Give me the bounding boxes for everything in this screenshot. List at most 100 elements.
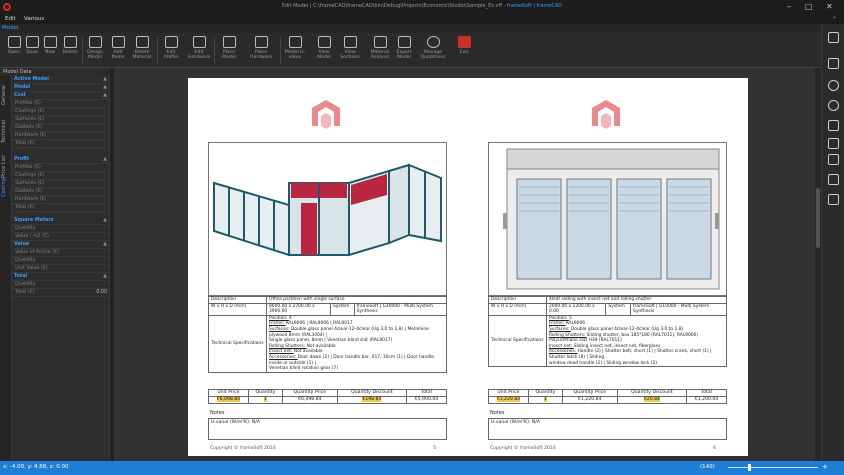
dimensions-label: W x H x D (mm) (208, 302, 267, 316)
menu-bar: Edit Various ⌃ (0, 14, 844, 24)
collapse-icon[interactable]: ▲ (103, 84, 107, 90)
property-row[interactable]: Quantity (12, 281, 110, 289)
price-header: Quantity (247, 389, 283, 397)
property-row[interactable]: Total (€) (12, 204, 110, 212)
place-model-button[interactable]: Place Model (218, 35, 240, 66)
property-row[interactable]: Quantity (12, 225, 110, 233)
ribbon-separator (214, 37, 215, 64)
zoom-slider-handle[interactable] (748, 464, 751, 471)
property-row[interactable]: Surfaces (€) (12, 180, 110, 188)
property-row[interactable]: Coatings (€) (12, 172, 110, 180)
category-value[interactable]: Value ▲ (12, 241, 110, 249)
properties-grid: Active Model ▲ Model ▲ Cost ▲ Profiles (€) … (12, 76, 110, 461)
collapse-icon[interactable]: ▲ (103, 156, 107, 162)
menu-various[interactable]: Various (24, 16, 44, 22)
add-items-button[interactable]: Add Items (107, 35, 129, 66)
spec-line: Venetian blind rotation gear (7) (269, 366, 339, 372)
design-model-button[interactable]: Design Model (84, 35, 106, 66)
property-row[interactable]: Surfaces (€) (12, 116, 110, 124)
description-label: Description (488, 296, 547, 304)
grid-icon[interactable] (828, 138, 839, 149)
system-value: frameSoft | G10000 - Multi System Synthe… (353, 302, 448, 316)
ruler-icon[interactable] (828, 194, 839, 205)
edit-hardware-button[interactable]: Edit Hardware (188, 35, 210, 66)
export-model-button[interactable]: Export Model (393, 35, 415, 66)
tab-general[interactable]: General (1, 80, 11, 110)
profile-icon (164, 36, 178, 48)
view-sections-icon (343, 36, 357, 48)
material-analysis-button[interactable]: Material Analysis (369, 35, 391, 66)
property-row[interactable]: Profiles (€) (12, 164, 110, 172)
orbit-icon[interactable] (828, 100, 839, 111)
tab-costing[interactable]: Costing (1, 172, 11, 204)
maximize-button[interactable]: □ (805, 2, 813, 11)
quantity-discount: €198.84 (336, 396, 408, 404)
category-model[interactable]: Model ▲ (12, 84, 110, 92)
property-row[interactable]: Quantity (12, 257, 110, 265)
property-row[interactable]: Hardware (€) (12, 132, 110, 140)
system-label: System (605, 302, 632, 316)
collapse-icon[interactable]: ▲ (103, 273, 107, 279)
property-row[interactable]: Unit Value (€) (12, 265, 110, 273)
manage-quotations-button[interactable]: Manage Quotations (420, 35, 446, 66)
place-hardware-button[interactable]: Place Hardware (250, 35, 272, 66)
collapse-icon[interactable]: ▲ (103, 217, 107, 223)
vertical-scrollbar[interactable] (815, 68, 821, 461)
collapse-icon[interactable]: ▲ (103, 76, 107, 82)
minimize-button[interactable]: – (787, 2, 791, 11)
tab-technical[interactable]: Technical (1, 116, 11, 148)
eraser-tool-icon[interactable] (828, 120, 839, 131)
view-model-button[interactable]: View Model (313, 35, 335, 66)
delete-material-button[interactable]: Delete Material (131, 35, 153, 66)
globe-icon[interactable] (828, 80, 839, 91)
spec-line: Rolling Shutters: Sliding shutter, box 1… (549, 332, 699, 344)
description-value: 4leaf sliding with insect net and rollin… (546, 296, 727, 304)
status-bar: x: -4.00, y: 4.88, z: 0.00 (140) + (0, 461, 844, 475)
delete-button[interactable]: Delete (59, 35, 81, 66)
document-viewer[interactable]: Description Office partition with single … (114, 68, 821, 461)
new-icon (43, 36, 57, 48)
unit-price: €1,220.84 (488, 396, 529, 404)
category-active-model[interactable]: Active Model ▲ (12, 76, 110, 84)
property-row[interactable]: Value / m2 (€) (12, 233, 110, 241)
zoom-slider[interactable] (728, 467, 818, 468)
euro-icon (426, 36, 440, 48)
grid-large-icon[interactable] (828, 154, 839, 165)
category-square-meters[interactable]: Square Meters ▲ (12, 217, 110, 225)
dimension-icon[interactable] (828, 32, 839, 43)
tab-model[interactable]: Model (2, 25, 19, 31)
property-row[interactable]: Total (€) (12, 140, 110, 148)
property-row[interactable]: Coatings (€) (12, 108, 110, 116)
model-u-value-button[interactable]: Model U-value (284, 35, 306, 66)
property-row[interactable]: Profiles (€) (12, 100, 110, 108)
property-row[interactable]: Total (€) 0.00 (12, 289, 110, 297)
exit-button[interactable]: Exit (453, 35, 475, 66)
view-sections-button[interactable]: View Sections (339, 35, 361, 66)
technical-specs-label: Technical Specifications (488, 314, 547, 368)
collapse-icon[interactable]: ▲ (103, 92, 107, 98)
quantity-price: €1,220.84 (561, 396, 618, 404)
quantity-price: €6,098.84 (281, 396, 338, 404)
price-header: Quantity Discount (616, 389, 688, 397)
collapse-ribbon-icon[interactable]: ⌃ (832, 16, 837, 23)
property-row[interactable]: Gaskets (€) (12, 188, 110, 196)
zoom-in-icon[interactable]: + (822, 463, 828, 471)
category-total[interactable]: Total ▲ (12, 273, 110, 281)
copyright: Copyright © frameSoft 2016 (490, 446, 556, 451)
menu-edit[interactable]: Edit (5, 16, 16, 22)
new-button[interactable]: New (39, 35, 61, 66)
property-row[interactable]: Gaskets (€) (12, 124, 110, 132)
move-icon[interactable] (828, 174, 839, 185)
category-cost[interactable]: Cost ▲ (12, 92, 110, 100)
layers-icon[interactable] (828, 58, 839, 69)
spec-line: window dead handle (2) | Sliding window … (549, 360, 657, 366)
collapse-icon[interactable]: ▲ (103, 241, 107, 247)
category-profit[interactable]: Profit ▲ (12, 156, 110, 164)
technical-specs-value: Position: 5 Frame: RAL9006 Surfaces: Dou… (546, 314, 727, 368)
scrollbar-thumb[interactable] (816, 188, 820, 248)
edit-profile-button[interactable]: Edit Profile (160, 35, 182, 66)
ribbon-separator (280, 37, 281, 64)
property-row[interactable]: Hardware (€) (12, 196, 110, 204)
close-window-button[interactable]: ✕ (826, 2, 833, 11)
property-row[interactable]: Value of Active (€) (12, 249, 110, 257)
